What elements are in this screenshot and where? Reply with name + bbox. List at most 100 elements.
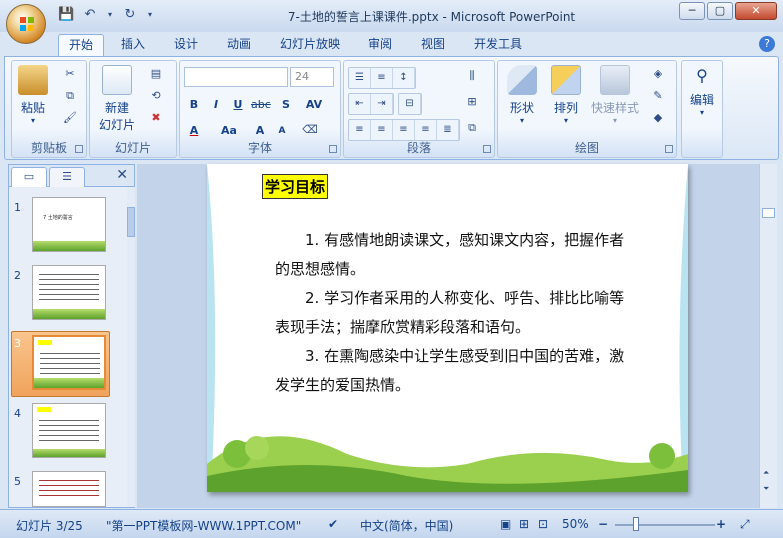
slide-thumbnail-4[interactable] [32,403,106,458]
font-color-button[interactable]: A [184,121,204,139]
zoom-level[interactable]: 50% [562,517,589,531]
slide-scrollbar-thumb[interactable] [762,208,775,218]
slide-thumbnail-1[interactable]: 7 土地的誓言 [32,197,106,252]
new-slide-icon [102,65,132,95]
shadow-button[interactable]: S [276,95,296,113]
drawing-launcher-icon[interactable] [665,145,673,153]
slide-sorter-icon[interactable]: ⊞ [519,517,529,531]
cut-icon[interactable]: ✂ [62,66,78,82]
minimize-button[interactable]: ─ [679,2,705,20]
increase-indent-icon[interactable]: ⇥ [371,94,393,114]
layout-icon[interactable]: ▤ [148,66,164,82]
paste-icon [18,65,48,95]
tab-slideshow[interactable]: 幻灯片放映 [280,34,340,56]
font-launcher-icon[interactable] [329,145,337,153]
prev-slide-icon[interactable]: ⏶ [763,468,769,478]
zoom-out-icon[interactable]: − [598,517,608,531]
quick-styles-button[interactable]: 快速样式 ▾ [588,65,642,125]
shapes-icon [507,65,537,95]
maximize-button[interactable]: ▢ [707,2,733,20]
objective-2: 2. 学习作者采用的人称变化、呼告、排比比喻等表现手法；揣摩欣赏精彩段落和语句。 [275,289,625,336]
arrange-button[interactable]: 排列 ▾ [546,65,586,125]
reset-icon[interactable]: ⟲ [148,88,164,104]
slide-thumbnail-3[interactable] [32,335,106,390]
normal-view-icon[interactable]: ▣ [500,517,511,531]
paste-button[interactable]: 粘贴 ▾ [16,65,50,125]
align-right-icon[interactable]: ≡ [393,120,415,140]
slide-scrollbar[interactable]: ⏶ ⏷ [759,164,777,508]
scrollbar-thumb[interactable] [127,207,135,237]
thumb-decoration [33,449,105,457]
tab-review[interactable]: 审阅 [368,34,392,56]
italic-button[interactable]: I [206,95,226,113]
slideshow-view-icon[interactable]: ⊡ [538,517,548,531]
align-left-icon[interactable]: ≡ [349,120,371,140]
tab-developer[interactable]: 开发工具 [474,34,522,56]
tab-animations[interactable]: 动画 [227,34,251,56]
language-indicator[interactable]: 中文(简体，中国) [360,517,453,534]
tab-view[interactable]: 视图 [421,34,445,56]
strikethrough-button[interactable]: abc [250,95,271,113]
zoom-slider[interactable] [615,524,715,526]
spellcheck-icon[interactable]: ✔ [328,517,338,531]
copy-icon[interactable]: ⧉ [62,88,78,104]
zoom-in-icon[interactable]: + [716,517,726,531]
text-direction-icon[interactable]: ⊟ [399,94,421,114]
shrink-font-button[interactable]: A [272,121,292,139]
font-group: 24 B I U abc S AV A Aa A A ⌫ 字体 [179,60,341,158]
quick-styles-icon [600,65,630,95]
clipboard-launcher-icon[interactable] [75,145,83,153]
slide-canvas: 学习目标 1. 有感情地朗读课文，感知课文内容，把握作者的思想感情。 2. 学习… [137,164,759,508]
slide-thumbnail-5[interactable] [32,471,106,507]
slide[interactable]: 学习目标 1. 有感情地朗读课文，感知课文内容，把握作者的思想感情。 2. 学习… [207,164,688,492]
objective-3: 3. 在熏陶感染中让学生感受到旧中国的苦难，激发学生的爱国热情。 [275,347,625,394]
char-spacing-button[interactable]: AV [300,95,328,113]
font-size-dropdown[interactable]: 24 [290,67,334,87]
panel-tabs: ▭ ☰ ✕ [9,165,134,187]
clear-format-icon[interactable]: ⌫ [302,122,318,138]
tab-design[interactable]: 设计 [174,34,198,56]
font-name-dropdown[interactable] [184,67,288,87]
slide-thumbnail-2[interactable] [32,265,106,320]
fit-to-window-icon[interactable]: ⤢ [740,517,750,532]
slides-tab-icon[interactable]: ▭ [11,167,47,187]
thumbnail-scrollbar[interactable] [127,187,135,507]
outline-tab-icon[interactable]: ☰ [49,167,85,187]
thumb-text-lines [39,270,99,304]
office-button[interactable] [6,4,46,44]
underline-button[interactable]: U [228,95,248,113]
paragraph-launcher-icon[interactable] [483,145,491,153]
close-button[interactable]: ✕ [735,2,777,20]
decrease-indent-icon[interactable]: ⇤ [349,94,371,114]
justify-icon[interactable]: ≡ [415,120,437,140]
change-case-button[interactable]: Aa [216,121,242,139]
smartart-icon[interactable]: ⧉ [464,120,480,136]
align-center-icon[interactable]: ≡ [371,120,393,140]
thumb-text-lines [39,416,99,444]
distribute-icon[interactable]: ≣ [437,120,459,140]
format-painter-icon[interactable]: 🖌 [62,110,78,126]
line-spacing-icon[interactable]: ↕ [393,68,415,88]
shapes-button[interactable]: 形状 ▾ [502,65,542,125]
help-icon[interactable]: ? [759,36,775,52]
objective-1: 1. 有感情地朗读课文，感知课文内容，把握作者的思想感情。 [275,231,625,278]
bullets-icon[interactable]: ☰ [349,68,371,88]
delete-slide-icon[interactable]: ✖ [148,110,164,126]
editing-button[interactable]: ⚲ 编辑 ▾ [684,65,720,117]
grow-font-button[interactable]: A [250,121,270,139]
shape-fill-icon[interactable]: ◈ [650,66,666,82]
align-text-icon[interactable]: ⊞ [464,94,480,110]
new-slide-button[interactable]: 新建 幻灯片 [94,65,140,133]
next-slide-icon[interactable]: ⏷ [763,484,769,494]
shape-outline-icon[interactable]: ✎ [650,88,666,104]
tab-home[interactable]: 开始 [58,34,105,56]
thumb-title: 7 土地的誓言 [43,215,73,221]
zoom-slider-knob[interactable] [633,517,639,531]
paragraph-group: ☰ ≡ ↕ ⫼ ⇤ ⇥ ⊟ ⊞ ≡ ≡ ≡ ≡ ≣ ⧉ 段落 [343,60,495,158]
shape-effects-icon[interactable]: ◆ [650,110,666,126]
tab-insert[interactable]: 插入 [121,34,145,56]
columns-icon[interactable]: ⫼ [464,68,480,84]
bold-button[interactable]: B [184,95,204,113]
panel-close-icon[interactable]: ✕ [116,167,128,183]
numbering-icon[interactable]: ≡ [371,68,393,88]
